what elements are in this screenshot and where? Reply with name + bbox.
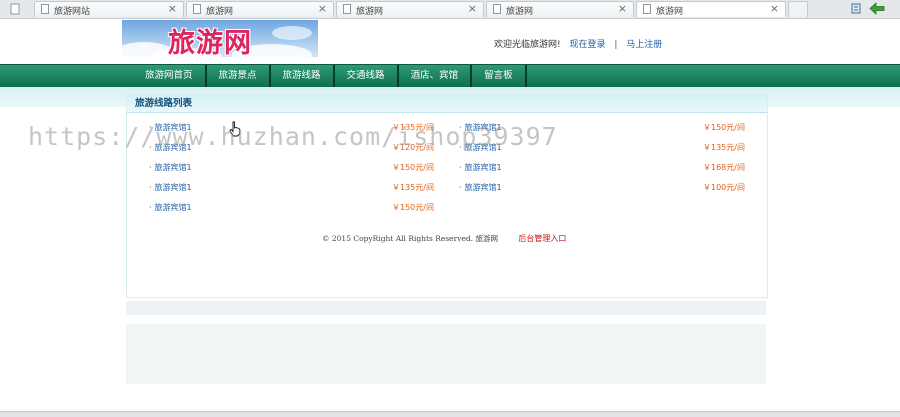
- nav-item-guestbook[interactable]: 留言板: [472, 65, 527, 87]
- page-icon[interactable]: [4, 3, 26, 15]
- close-icon[interactable]: ×: [168, 2, 177, 16]
- list-item[interactable]: · 旅游宾馆1: [149, 202, 192, 214]
- back-arrow-icon[interactable]: [869, 2, 885, 15]
- browser-tab[interactable]: 旅游网 ×: [186, 1, 334, 17]
- item-price: ￥150元/间: [392, 203, 434, 212]
- tab-title: 旅游网: [506, 7, 534, 17]
- close-icon[interactable]: ×: [770, 2, 779, 16]
- user-links: 欢迎光临旅游网! 现在登录 | 马上注册: [494, 37, 662, 50]
- logo-text: 旅游网: [168, 28, 252, 57]
- link-separator: |: [614, 40, 618, 50]
- item-price: ￥150元/间: [392, 163, 434, 172]
- welcome-text: 欢迎光临旅游网!: [494, 40, 561, 50]
- list-item[interactable]: · 旅游宾馆1: [459, 162, 502, 174]
- item-price: ￥150元/间: [703, 123, 745, 132]
- browser-tab[interactable]: 旅游网 ×: [486, 1, 634, 17]
- nav-item-routes[interactable]: 旅游线路: [271, 65, 335, 87]
- browser-tab[interactable]: 旅游网站 ×: [34, 1, 184, 17]
- item-price: ￥135元/间: [392, 183, 434, 192]
- nav-item-transport[interactable]: 交通线路: [335, 65, 399, 87]
- close-icon[interactable]: ×: [468, 2, 477, 16]
- background-block: [126, 301, 766, 315]
- list-item[interactable]: · 旅游宾馆1: [149, 162, 192, 174]
- page-icon: [643, 4, 651, 14]
- item-price: ￥100元/间: [703, 183, 745, 192]
- tab-title: 旅游网: [356, 7, 384, 17]
- web-page: 旅游网 欢迎光临旅游网! 现在登录 | 马上注册 旅游网首页 旅游景点 旅游线路…: [0, 19, 900, 411]
- item-price: ￥135元/间: [703, 143, 745, 152]
- new-tab-button[interactable]: [788, 1, 808, 17]
- page-footer: © 2015 CopyRight All Rights Reserved. 旅游…: [322, 233, 566, 244]
- watermark-text: https://www.huzhan.com/ishop39397: [28, 122, 558, 151]
- page-icon: [193, 4, 201, 14]
- close-icon[interactable]: ×: [618, 2, 627, 16]
- copyright-text: © 2015 CopyRight All Rights Reserved. 旅游…: [322, 234, 498, 243]
- browser-status-bar: [0, 411, 900, 417]
- tab-title: 旅游网站: [54, 7, 91, 17]
- nav-item-attractions[interactable]: 旅游景点: [207, 65, 271, 87]
- login-link[interactable]: 现在登录: [569, 40, 605, 50]
- browser-tab-active[interactable]: 旅游网 ×: [636, 1, 786, 17]
- page-icon: [41, 4, 49, 14]
- tab-title: 旅游网: [206, 7, 234, 17]
- item-price: ￥168元/间: [703, 163, 745, 172]
- admin-link[interactable]: 后台管理入口: [518, 234, 566, 243]
- nav-item-hotels[interactable]: 酒店、宾馆: [399, 65, 473, 87]
- site-logo[interactable]: 旅游网: [122, 20, 318, 57]
- main-nav: 旅游网首页 旅游景点 旅游线路 交通线路 酒店、宾馆 留言板: [0, 64, 900, 87]
- list-item[interactable]: · 旅游宾馆1: [459, 182, 502, 194]
- page-icon: [343, 4, 351, 14]
- list-item[interactable]: · 旅游宾馆1: [149, 182, 192, 194]
- register-link[interactable]: 马上注册: [626, 40, 662, 50]
- browser-tab-strip: 旅游网站 × 旅游网 × 旅游网 × 旅游网 × 旅游网 ×: [0, 0, 900, 19]
- route-list-title: 旅游线路列表: [127, 95, 767, 113]
- tab-title: 旅游网: [656, 7, 684, 17]
- page-icon: [493, 4, 501, 14]
- nav-item-home[interactable]: 旅游网首页: [133, 65, 207, 87]
- close-icon[interactable]: ×: [318, 2, 327, 16]
- browser-tab[interactable]: 旅游网 ×: [336, 1, 484, 17]
- background-block: [126, 324, 766, 384]
- tools-icon[interactable]: [851, 3, 861, 14]
